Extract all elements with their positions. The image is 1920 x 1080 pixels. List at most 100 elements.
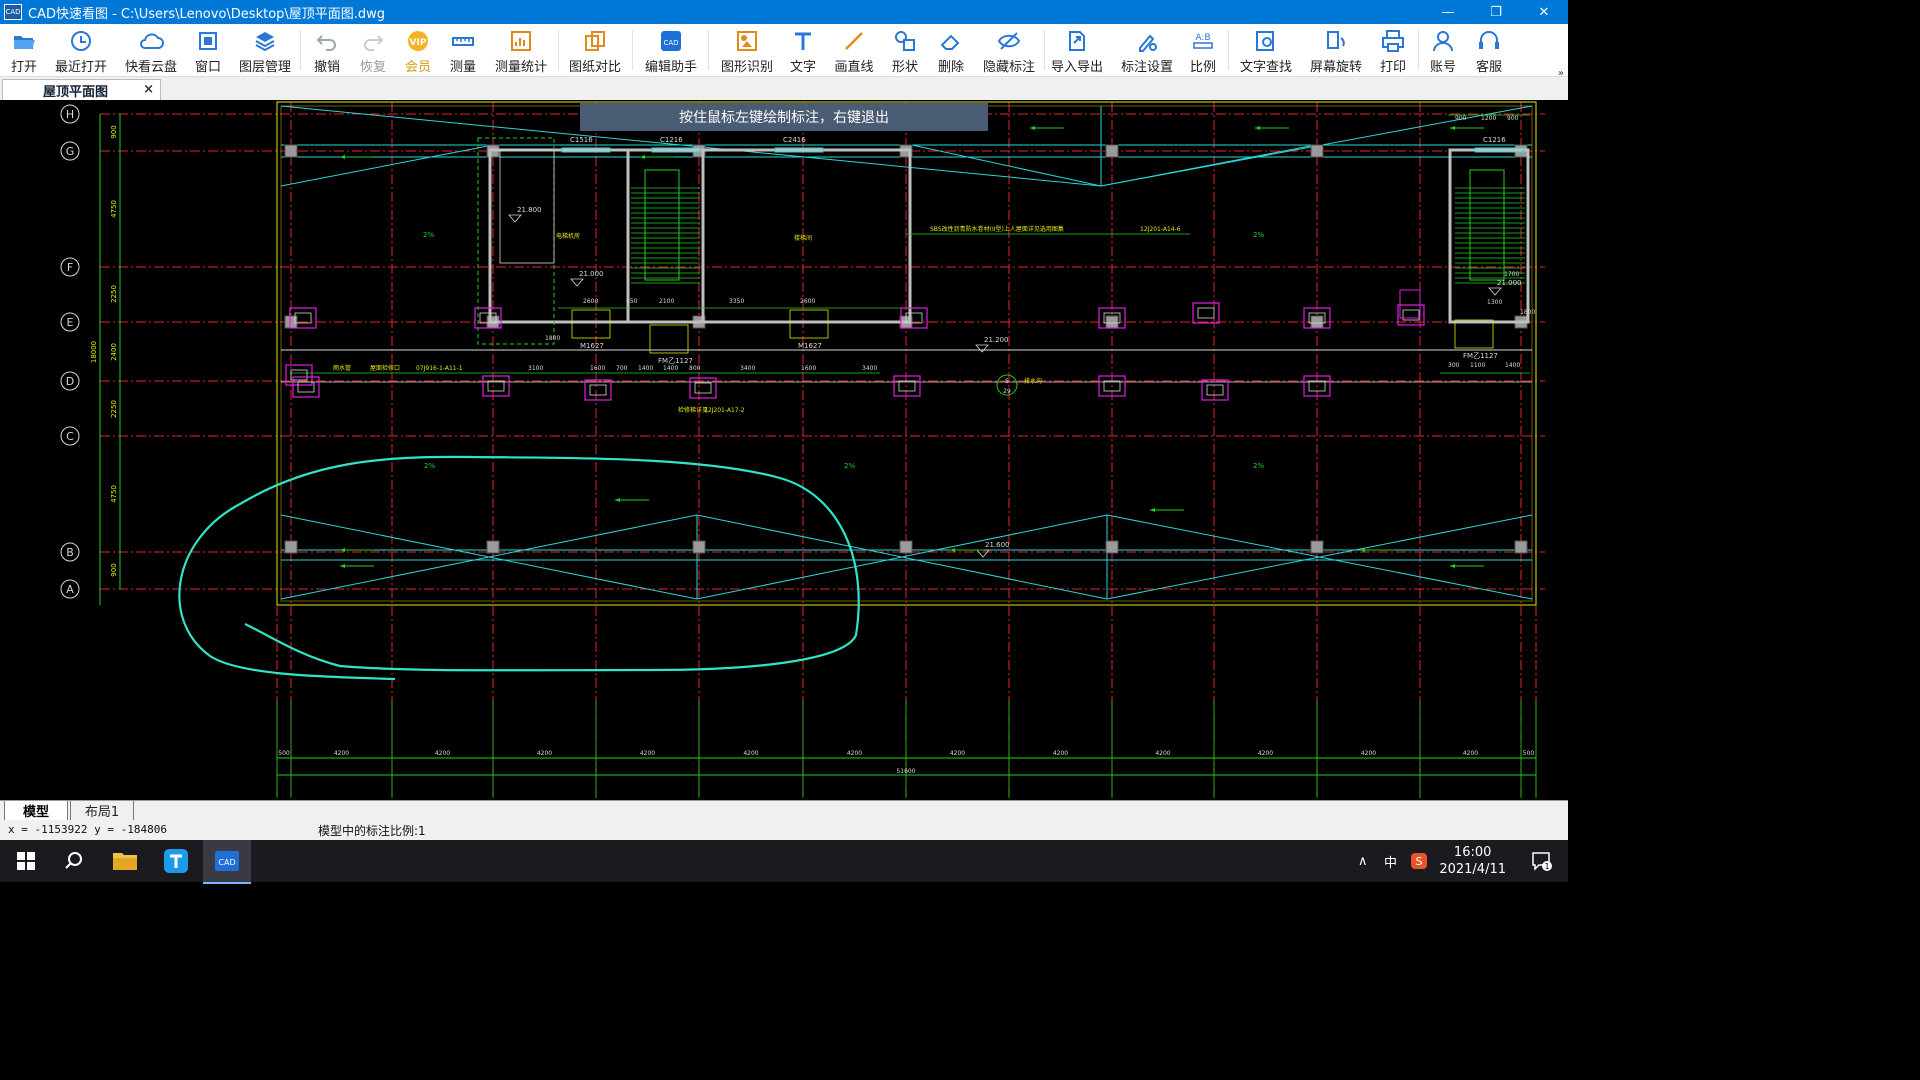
window-tag: C1216 bbox=[1483, 136, 1506, 144]
drawing-compare-button[interactable]: 图纸对比 bbox=[566, 24, 624, 76]
import-export-button[interactable]: 导入导出 bbox=[1048, 24, 1106, 76]
measure-button[interactable]: 测量 bbox=[444, 24, 482, 76]
note-text: 排水沟 bbox=[1024, 377, 1042, 385]
file-explorer-button[interactable] bbox=[102, 840, 148, 882]
roof-fixture bbox=[482, 375, 510, 397]
room-dimension: 800 bbox=[689, 365, 701, 372]
minimize-button[interactable]: — bbox=[1424, 0, 1472, 24]
dim-label: 900 bbox=[1455, 115, 1467, 122]
shapes-button[interactable]: 形状 bbox=[886, 24, 924, 76]
sogou-ime-icon[interactable]: S bbox=[1411, 853, 1428, 869]
vip-button[interactable]: VIP 会员 bbox=[398, 24, 438, 76]
drain-arrowhead bbox=[1030, 126, 1035, 130]
room-dimension: 2600 bbox=[800, 298, 815, 305]
delete-button[interactable]: 删除 bbox=[932, 24, 970, 76]
printer-icon bbox=[1382, 30, 1404, 52]
compare-icon bbox=[585, 31, 605, 51]
close-button[interactable]: ✕ bbox=[1520, 0, 1568, 24]
slope-label: 2% bbox=[424, 462, 435, 470]
support-button[interactable]: 客服 bbox=[1470, 24, 1508, 76]
room-dimension: 1700 bbox=[1504, 271, 1519, 278]
drain-arrowhead bbox=[1450, 564, 1455, 568]
roof-fixture-inner bbox=[1206, 384, 1224, 396]
clock[interactable]: 16:00 2021/4/11 bbox=[1439, 844, 1506, 878]
dim-spacing-label: 900 bbox=[110, 125, 118, 138]
window-button[interactable]: 窗口 bbox=[190, 24, 226, 76]
taskbar: CAD ∧ 中 S 16:00 2021/4/11 1 bbox=[0, 840, 1568, 884]
slope-label: 2% bbox=[844, 462, 855, 470]
room-dimension: 1600 bbox=[590, 365, 605, 372]
svg-text:1: 1 bbox=[1544, 862, 1549, 871]
text-search-button[interactable]: 文字查找 bbox=[1236, 24, 1296, 76]
axis-label: B bbox=[66, 546, 74, 559]
ime-indicator[interactable]: 中 bbox=[1384, 852, 1397, 871]
room-dimension: 1100 bbox=[1470, 362, 1485, 369]
account-button[interactable]: 账号 bbox=[1424, 24, 1462, 76]
edit-assistant-button[interactable]: CAD 编辑助手 bbox=[642, 24, 700, 76]
draw-line-button[interactable]: 画直线 bbox=[830, 24, 878, 76]
line-icon bbox=[845, 32, 863, 50]
taskbar-cad-button[interactable]: CAD bbox=[203, 840, 251, 884]
note-text: 屋面检修口 bbox=[370, 364, 400, 372]
recent-open-button[interactable]: 最近打开 bbox=[52, 24, 110, 76]
room-dimension: 300 bbox=[1448, 362, 1460, 369]
roof-fixture-inner bbox=[487, 380, 505, 392]
redo-button[interactable]: 恢复 bbox=[354, 24, 392, 76]
note-text: 12J201-A14-6 bbox=[1140, 226, 1181, 233]
edit-assistant-icon: CAD bbox=[661, 31, 681, 51]
door-tag: FM乙1127 bbox=[658, 357, 693, 365]
room-dimension: 3350 bbox=[729, 298, 744, 305]
dim-spacing-label: 2250 bbox=[110, 400, 118, 418]
main-toolbar: 打开 最近打开 快看云盘 窗口 图层管理 撤销 恢复 VIP 会员 测量 测量统… bbox=[0, 24, 1568, 79]
drain-arrowhead bbox=[1450, 126, 1455, 130]
text-search-icon bbox=[1256, 31, 1274, 51]
bottom-span-label: 4200 bbox=[743, 750, 758, 757]
screen-rotate-button[interactable]: 屏幕旋转 bbox=[1306, 24, 1366, 76]
open-button[interactable]: 打开 bbox=[2, 24, 46, 76]
annotation-settings-icon bbox=[1139, 34, 1157, 52]
hide-annotation-button[interactable]: 隐藏标注 bbox=[980, 24, 1038, 76]
window-title: CAD快速看图 - C:\Users\Lenovo\Desktop\屋顶平面图.… bbox=[28, 6, 386, 22]
close-tab-icon[interactable]: × bbox=[143, 82, 154, 97]
stair-landing bbox=[1469, 169, 1505, 281]
print-button[interactable]: 打印 bbox=[1374, 24, 1412, 76]
measure-stats-button[interactable]: 测量统计 bbox=[492, 24, 550, 76]
restore-button[interactable]: ❐ bbox=[1472, 0, 1520, 24]
notification-center-button[interactable]: 1 bbox=[1522, 840, 1562, 882]
room-dimension: 1800 bbox=[1520, 309, 1535, 316]
undo-icon bbox=[316, 35, 336, 51]
elevation-marker bbox=[1488, 287, 1502, 296]
structural-column bbox=[1105, 144, 1119, 158]
tab-model[interactable]: 模型 bbox=[4, 801, 68, 821]
tab-layout1[interactable]: 布局1 bbox=[70, 801, 134, 821]
drawing-canvas[interactable]: 900 4750 2250 2400 2250 4750 900 18000 H G F E D C B A C… bbox=[0, 100, 1568, 800]
drain-arrowhead bbox=[1255, 126, 1260, 130]
shape-recognize-button[interactable]: 图形识别 bbox=[718, 24, 776, 76]
bottom-span-label: 4200 bbox=[1258, 750, 1273, 757]
search-button[interactable] bbox=[52, 840, 96, 882]
room-dimension: 1800 bbox=[545, 335, 560, 342]
door-swing bbox=[571, 309, 611, 339]
taskbar-app-t-button[interactable] bbox=[152, 840, 200, 882]
drain-arrowhead bbox=[1150, 508, 1155, 512]
structural-column bbox=[1514, 540, 1528, 554]
roof-fixture bbox=[893, 375, 921, 397]
dim-spacing-label: 900 bbox=[110, 563, 118, 576]
slope-label: 2% bbox=[1253, 462, 1264, 470]
undo-button[interactable]: 撤销 bbox=[308, 24, 346, 76]
window-tag: C2416 bbox=[783, 136, 806, 144]
doc-tab-roof-plan[interactable]: 屋顶平面图 × bbox=[2, 79, 161, 101]
annotation-settings-button[interactable]: 标注设置 bbox=[1118, 24, 1176, 76]
start-button[interactable] bbox=[4, 840, 48, 882]
text-button[interactable]: 文字 bbox=[784, 24, 822, 76]
scale-button[interactable]: A:B 比例 bbox=[1184, 24, 1222, 76]
cloud-drive-button[interactable]: 快看云盘 bbox=[122, 24, 180, 76]
show-hidden-icons-icon[interactable]: ∧ bbox=[1358, 854, 1376, 869]
door-swing bbox=[1454, 319, 1494, 349]
measure-stats-icon bbox=[511, 31, 531, 51]
text-icon bbox=[795, 32, 811, 50]
layer-manager-button[interactable]: 图层管理 bbox=[236, 24, 294, 76]
bottom-span-label: 4200 bbox=[1361, 750, 1376, 757]
room-dimension: 3100 bbox=[528, 365, 543, 372]
note-text: 检修梯详见 bbox=[678, 406, 708, 414]
